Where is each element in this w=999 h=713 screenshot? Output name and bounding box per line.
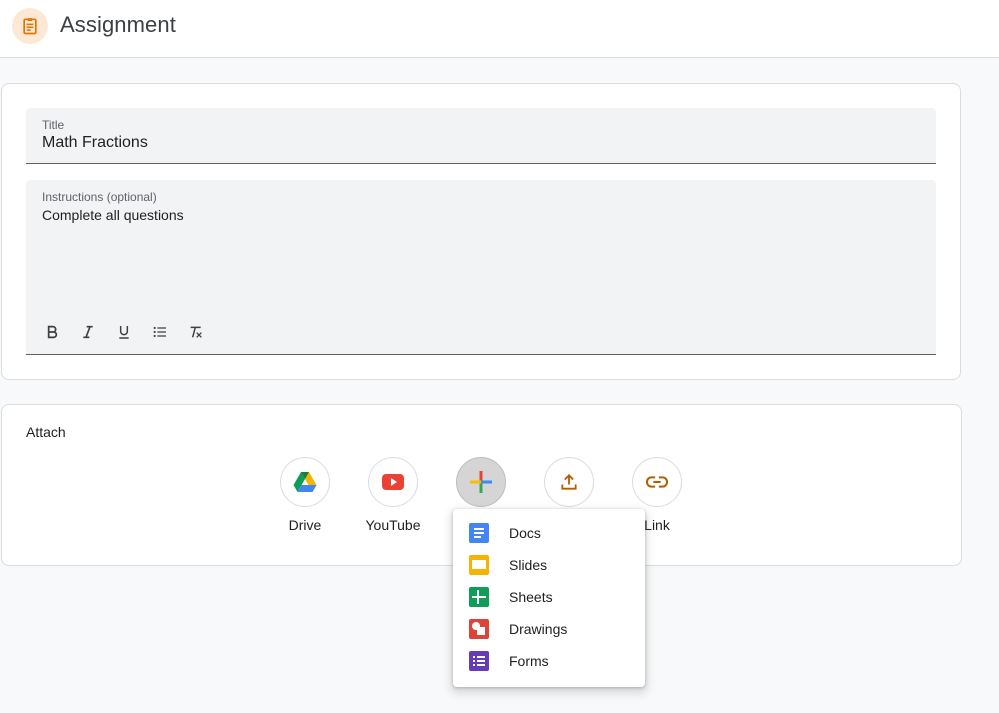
menu-item-forms[interactable]: Forms bbox=[453, 645, 645, 677]
attach-youtube-label: YouTube bbox=[365, 517, 421, 533]
create-plus-icon[interactable] bbox=[456, 457, 506, 507]
clear-formatting-icon[interactable] bbox=[178, 318, 214, 346]
formatting-toolbar bbox=[34, 318, 214, 346]
youtube-icon[interactable] bbox=[368, 457, 418, 507]
menu-item-label: Sheets bbox=[509, 589, 553, 605]
bulleted-list-icon[interactable] bbox=[142, 318, 178, 346]
menu-item-docs[interactable]: Docs bbox=[453, 517, 645, 549]
attach-heading: Attach bbox=[26, 424, 66, 440]
menu-item-label: Drawings bbox=[509, 621, 568, 637]
create-menu: Docs Slides Sheets Drawings Forms bbox=[453, 509, 645, 687]
menu-item-drawings[interactable]: Drawings bbox=[453, 613, 645, 645]
menu-item-sheets[interactable]: Sheets bbox=[453, 581, 645, 613]
instructions-field[interactable]: Instructions (optional) Complete all que… bbox=[26, 180, 936, 355]
link-icon[interactable] bbox=[632, 457, 682, 507]
instructions-label: Instructions (optional) bbox=[42, 190, 157, 204]
assignment-details-card: Title Math Fractions Instructions (optio… bbox=[1, 83, 961, 380]
title-label: Title bbox=[42, 118, 65, 132]
assignment-icon bbox=[12, 8, 48, 44]
docs-icon bbox=[469, 523, 489, 543]
title-field[interactable]: Title Math Fractions bbox=[26, 108, 936, 164]
drawings-icon bbox=[469, 619, 489, 639]
forms-icon bbox=[469, 651, 489, 671]
sheets-icon bbox=[469, 587, 489, 607]
app-header: Assignment bbox=[0, 0, 999, 58]
google-drive-icon[interactable] bbox=[280, 457, 330, 507]
underline-icon[interactable] bbox=[106, 318, 142, 346]
upload-icon[interactable] bbox=[544, 457, 594, 507]
menu-item-label: Docs bbox=[509, 525, 541, 541]
menu-item-label: Forms bbox=[509, 653, 549, 669]
bold-icon[interactable] bbox=[34, 318, 70, 346]
menu-item-label: Slides bbox=[509, 557, 548, 573]
attach-drive-label: Drive bbox=[288, 517, 322, 533]
page-title: Assignment bbox=[60, 12, 176, 37]
slides-icon bbox=[469, 555, 489, 575]
instructions-input[interactable]: Complete all questions bbox=[42, 207, 184, 223]
title-input[interactable]: Math Fractions bbox=[42, 134, 148, 152]
italic-icon[interactable] bbox=[70, 318, 106, 346]
menu-item-slides[interactable]: Slides bbox=[453, 549, 645, 581]
